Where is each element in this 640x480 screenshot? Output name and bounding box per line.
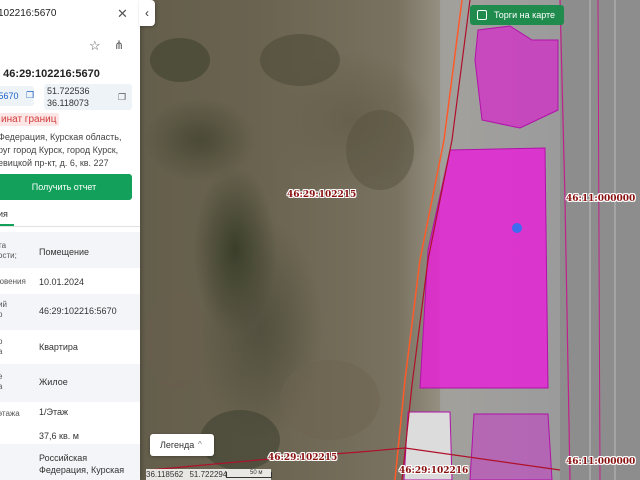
parcel-lower-right[interactable] xyxy=(469,413,553,480)
map-label-cadastral-1: 46:29:102215 xyxy=(287,190,357,200)
parcel-main[interactable] xyxy=(419,147,549,389)
row-label: оа xyxy=(0,337,3,356)
copy-coordinates-icon[interactable]: ❐ xyxy=(118,92,126,103)
row-value: Помещение xyxy=(39,247,89,257)
bottom-lat: 51.722294 xyxy=(189,470,228,479)
row-label: еа xyxy=(0,372,3,391)
panel-header-number: 102216:5670 xyxy=(0,8,57,19)
legend-button[interactable]: Легенда ^ xyxy=(150,434,214,456)
map-label-cadastral-5: 46:11:000000 xyxy=(566,457,636,467)
row-value: 1/Этаж xyxy=(39,407,69,417)
star-icon[interactable]: ☆ xyxy=(89,38,101,54)
row-label: ий р xyxy=(0,300,7,319)
scale-label: 50 м xyxy=(250,470,263,476)
trade-toggle-label: Торги на карте xyxy=(494,10,556,20)
address: Федерация, Курская область, руг город Ку… xyxy=(0,131,140,170)
get-report-button[interactable]: Получить отчет xyxy=(0,174,132,200)
close-icon[interactable]: ✕ xyxy=(117,6,128,22)
map-label-cadastral-3: 46:29:102215 xyxy=(268,453,338,463)
row-value: 46:29:102216:5670 xyxy=(39,306,117,316)
parcel-upper[interactable] xyxy=(474,25,559,129)
map-label-cadastral-2: 46:11:000000 xyxy=(566,194,636,204)
trade-toggle-button[interactable]: Торги на карте xyxy=(470,5,564,25)
scale-bar xyxy=(226,472,272,478)
tab-info[interactable]: ия xyxy=(0,209,8,219)
address-line: руг город Курск, город Курск, xyxy=(0,145,119,155)
row-label: таости; xyxy=(0,241,17,260)
row-value: Квартира xyxy=(39,342,78,352)
coordinate-lat: 51.722536 xyxy=(47,86,90,96)
copy-icon[interactable]: ❐ xyxy=(26,90,34,101)
row-value: Российская Федерация, Курская xyxy=(39,453,125,475)
checkbox-icon[interactable] xyxy=(477,10,487,20)
chevron-left-icon: ‹ xyxy=(145,6,149,20)
address-line: Федерация, Курская область, xyxy=(0,132,122,142)
chevron-up-icon: ^ xyxy=(198,440,202,449)
bottom-lon: 36.118562 xyxy=(146,470,184,479)
row-value: Жилое xyxy=(39,377,68,387)
row-value: 10.01.2024 xyxy=(39,277,85,287)
coordinate-lon: 36.118073 xyxy=(47,98,89,108)
address-line: евицкой пр-кт, д. 6, кв. 227 xyxy=(0,158,109,168)
collapse-panel-button[interactable]: ‹ xyxy=(139,0,155,26)
row-label: этажа xyxy=(0,409,20,418)
share-icon[interactable]: ⋔ xyxy=(114,38,124,52)
terrain-texture xyxy=(145,34,414,470)
map-label-cadastral-4: 46:29:102216 xyxy=(399,466,469,476)
no-boundary-coordinates-badge: инат границ xyxy=(0,113,60,126)
legend-label: Легенда xyxy=(160,440,195,450)
row-value: 37,6 кв. м xyxy=(39,431,79,441)
row-label: ювения xyxy=(0,277,26,286)
cadastral-number-short[interactable]: :5670 xyxy=(0,91,19,101)
tab-divider xyxy=(0,226,140,227)
selected-point-marker[interactable] xyxy=(512,223,522,233)
row-shade xyxy=(0,364,140,402)
object-title: е 46:29:102216:5670 xyxy=(0,68,100,80)
info-panel: 102216:5670 ✕ ☆ ⋔ е 46:29:102216:5670 :5… xyxy=(0,0,140,480)
